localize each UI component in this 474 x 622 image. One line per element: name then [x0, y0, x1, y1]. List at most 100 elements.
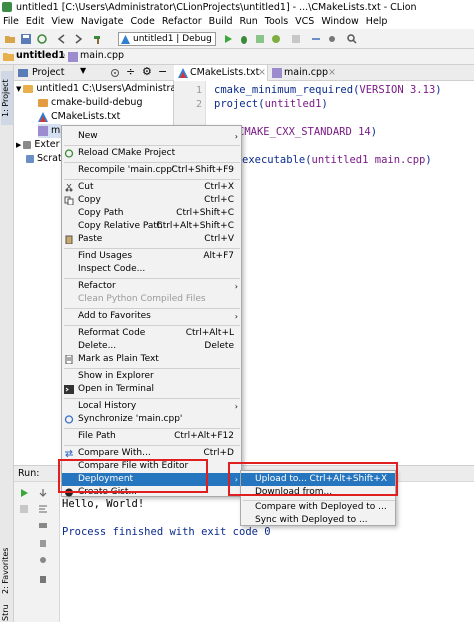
menu-help[interactable]: Help: [366, 16, 388, 27]
menu-item-inspect-code[interactable]: Inspect Code...: [62, 263, 242, 276]
favorites-tool-tab[interactable]: 2: Favorites: [1, 543, 13, 599]
menu-vcs[interactable]: VCS: [295, 16, 314, 27]
locate-target-icon[interactable]: [110, 68, 120, 78]
menu-item-reformat-code[interactable]: Reformat Code Ctrl+Alt+L: [62, 327, 242, 340]
menu-tools[interactable]: Tools: [265, 16, 288, 27]
code-line: project(untitled1): [214, 98, 328, 110]
menu-item-file-path[interactable]: File Path Ctrl+Alt+F12: [62, 430, 242, 443]
submenu-item-sync-deployed[interactable]: Sync with Deployed to ...: [241, 514, 395, 527]
menu-item-recompile[interactable]: Recompile 'main.cpp' Ctrl+Shift+F9: [62, 164, 242, 177]
project-panel-title[interactable]: Project: [32, 67, 65, 78]
tab-cmakelists[interactable]: CMakeLists.txt ×: [174, 65, 268, 81]
soft-wrap-icon[interactable]: [38, 504, 48, 514]
menu-file[interactable]: File: [3, 16, 19, 27]
cmake-file-icon: [178, 68, 188, 78]
search-icon[interactable]: [346, 33, 358, 45]
breadcrumb: untitled1 › main.cpp: [0, 49, 474, 65]
title-bar: untitled1 [C:\Users\Administrator\CLionP…: [0, 0, 474, 14]
sync-icon: [64, 415, 74, 424]
menu-item-open-terminal[interactable]: Open in Terminal: [62, 383, 242, 396]
tree-root[interactable]: ▼ untitled1 C:\Users\Administrator\C: [16, 82, 200, 96]
menu-edit[interactable]: Edit: [26, 16, 44, 27]
console-output-line: Hello, World!: [62, 498, 145, 510]
breadcrumb-file[interactable]: main.cpp: [80, 50, 124, 61]
scroll-down-icon[interactable]: [38, 488, 48, 498]
menu-item-local-history[interactable]: Local History ›: [62, 400, 242, 413]
paste-icon: [65, 235, 73, 244]
settings-wrench-icon[interactable]: [326, 33, 338, 45]
cpp-file-icon: [38, 125, 48, 136]
submenu-item-compare-deployed[interactable]: Compare with Deployed to ...: [241, 501, 395, 514]
gear-icon[interactable]: ⚙: [142, 65, 152, 78]
menu-item-reload-cmake[interactable]: Reload CMake Project: [62, 147, 242, 160]
menu-item-new[interactable]: New ›: [62, 130, 242, 143]
hide-panel-icon[interactable]: −: [158, 65, 167, 78]
run-config-select[interactable]: untitled1 | Debug: [118, 32, 216, 46]
stop-icon[interactable]: [19, 504, 29, 514]
cmake-config-icon: [121, 35, 130, 44]
menu-item-find-usages[interactable]: Find Usages Alt+F7: [62, 250, 242, 263]
print-icon[interactable]: [38, 520, 48, 530]
profile-icon[interactable]: [270, 33, 282, 45]
pin-icon[interactable]: [38, 556, 48, 566]
folder-icon: [23, 84, 34, 93]
menu-refactor[interactable]: Refactor: [162, 16, 202, 27]
code-editor[interactable]: [206, 81, 474, 465]
coverage-icon[interactable]: [254, 33, 266, 45]
menu-window[interactable]: Window: [321, 16, 358, 27]
tree-item-scratches[interactable]: Scrat: [26, 152, 62, 166]
run-icon[interactable]: [222, 33, 234, 45]
structure-tool-tab[interactable]: Structure: [1, 605, 13, 621]
tab-main-cpp[interactable]: main.cpp ×: [268, 65, 338, 81]
editor-tab-bar: CMakeLists.txt × main.cpp ×: [174, 65, 474, 81]
sync-icon[interactable]: [36, 33, 48, 45]
clear-output-icon[interactable]: [38, 538, 48, 548]
debug-icon[interactable]: [238, 33, 250, 45]
close-icon[interactable]: ×: [258, 65, 266, 81]
menu-item-copy-path[interactable]: Copy Path Ctrl+Shift+C: [62, 207, 242, 220]
menu-item-show-in-explorer[interactable]: Show in Explorer: [62, 370, 242, 383]
menu-item-copy[interactable]: Copy Ctrl+C: [62, 194, 242, 207]
breadcrumb-separator: ›: [62, 50, 66, 61]
line-number: 2: [195, 99, 202, 110]
code-line: cmake_minimum_required(VERSION 3.13): [214, 84, 442, 96]
tree-item-cmakelists[interactable]: CMakeLists.txt: [38, 110, 120, 124]
text-file-icon: [65, 355, 73, 364]
trash-icon[interactable]: [38, 574, 48, 584]
chevron-down-icon[interactable]: ▼: [80, 66, 86, 75]
forward-arrow-icon[interactable]: [72, 33, 84, 45]
tree-item-build-dir[interactable]: cmake-build-debug: [38, 96, 142, 110]
back-arrow-icon[interactable]: [56, 33, 68, 45]
tree-item-main-cpp[interactable]: m: [38, 124, 61, 138]
menu-item-paste[interactable]: Paste Ctrl+V: [62, 233, 242, 246]
menu-item-cut[interactable]: Cut Ctrl+X: [62, 181, 242, 194]
menu-item-mark-plain-text[interactable]: Mark as Plain Text: [62, 353, 242, 366]
menu-code[interactable]: Code: [130, 16, 154, 27]
menu-navigate[interactable]: Navigate: [81, 16, 124, 27]
vcs-update-icon[interactable]: [310, 33, 322, 45]
menu-item-copy-relative-path[interactable]: Copy Relative Path Ctrl+Alt+Shift+C: [62, 220, 242, 233]
menu-item-delete[interactable]: Delete... Delete: [62, 340, 242, 353]
menu-build[interactable]: Build: [209, 16, 233, 27]
menu-run[interactable]: Run: [240, 16, 258, 27]
menu-item-synchronize[interactable]: Synchronize 'main.cpp': [62, 413, 242, 426]
save-icon[interactable]: [20, 33, 32, 45]
tree-item-external-libraries[interactable]: ▶ Exter: [16, 138, 60, 152]
close-icon[interactable]: ×: [328, 65, 336, 81]
scratches-icon: [26, 154, 34, 163]
project-tool-tab[interactable]: 1: Project: [1, 71, 13, 125]
collapse-all-icon[interactable]: ÷: [126, 65, 135, 78]
breadcrumb-project[interactable]: untitled1: [16, 50, 65, 61]
menu-item-add-to-favorites[interactable]: Add to Favorites ›: [62, 310, 242, 323]
stop-icon[interactable]: [290, 33, 302, 45]
build-hammer-icon[interactable]: [92, 33, 104, 45]
reload-icon: [64, 149, 74, 158]
menu-view[interactable]: View: [51, 16, 74, 27]
clion-logo-icon: [2, 2, 12, 12]
rerun-icon[interactable]: [19, 488, 29, 498]
menu-item-refactor[interactable]: Refactor ›: [62, 280, 242, 293]
open-folder-icon[interactable]: [4, 33, 16, 45]
chevron-right-icon: ›: [234, 312, 238, 321]
chevron-down-icon: ▼: [16, 85, 22, 93]
menu-bar: File Edit View Navigate Code Refactor Bu…: [0, 14, 474, 29]
